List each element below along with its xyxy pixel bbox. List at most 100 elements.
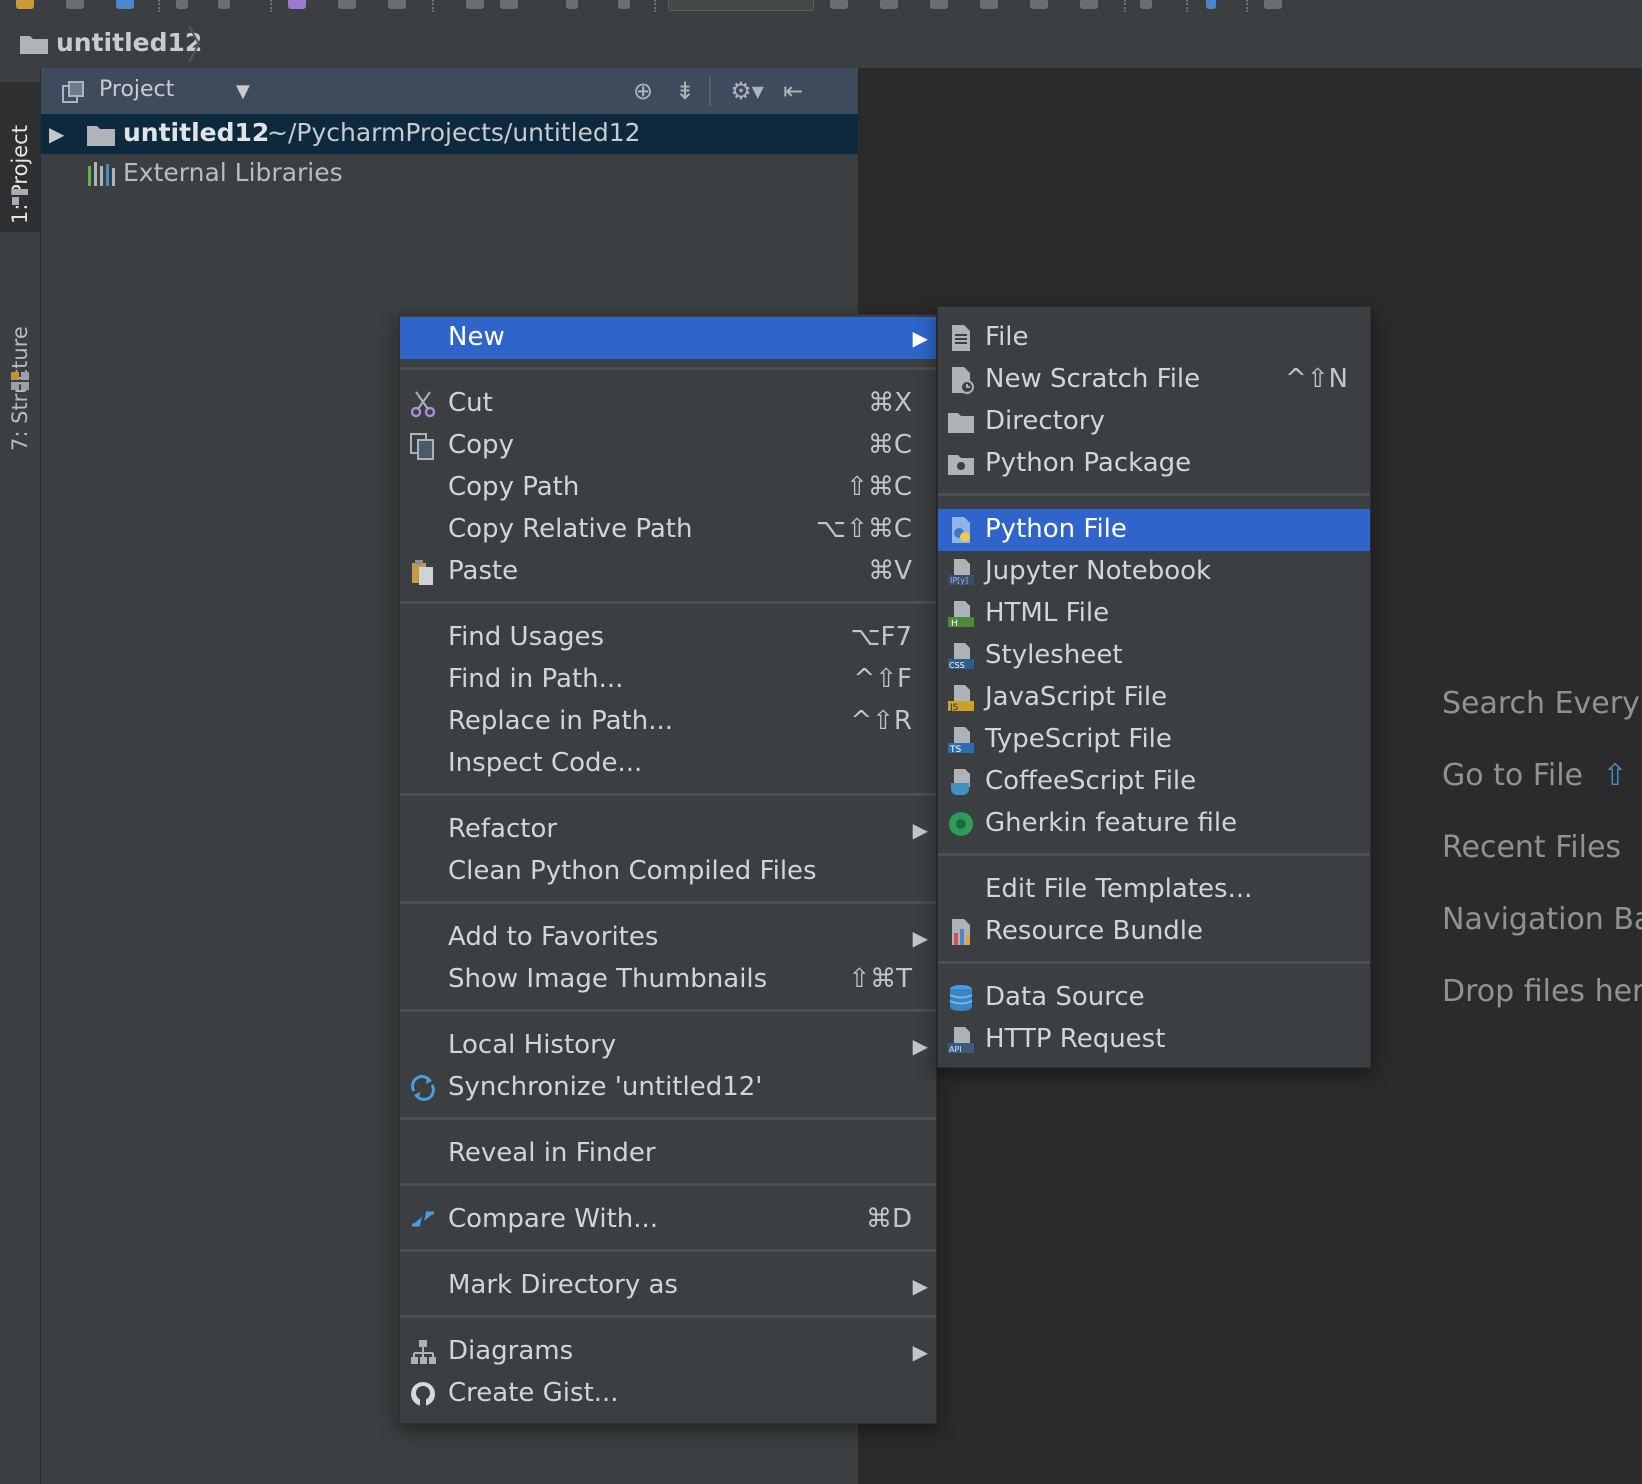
cut-icon[interactable] <box>288 0 306 9</box>
paste-icon[interactable] <box>388 0 406 9</box>
menu-item-copy-relative-path[interactable]: Copy Relative Path ⌥⇧⌘C <box>400 509 936 551</box>
find-icon[interactable] <box>466 0 484 9</box>
tree-row[interactable]: ▶ untitled12 ~/PycharmProjects/untitled1… <box>41 114 858 154</box>
submenu-item-new-scratch-file[interactable]: New Scratch File ^⇧N <box>938 359 1370 401</box>
folder-icon <box>948 413 974 433</box>
sync-icon[interactable] <box>116 0 134 9</box>
menu-item-replace-in-path[interactable]: Replace in Path... ^⇧R <box>400 701 936 743</box>
menu-item-diagrams[interactable]: Diagrams ▶ <box>400 1331 936 1373</box>
submenu-item-coffeescript-file[interactable]: CoffeeScript File <box>938 761 1370 803</box>
folder-icon <box>20 36 48 54</box>
menu-item-clean-compiled[interactable]: Clean Python Compiled Files <box>400 851 936 893</box>
hide-panel-icon[interactable]: ⇤ <box>777 76 809 106</box>
run-config-selector[interactable] <box>668 0 814 11</box>
menu-item-show-thumbnails[interactable]: Show Image Thumbnails ⇧⌘T <box>400 959 936 1001</box>
right-icon[interactable] <box>618 0 630 9</box>
new-submenu: File New Scratch File ^⇧N Directory Pyth… <box>937 306 1371 1068</box>
debug-icon[interactable] <box>880 0 898 9</box>
project-view-selector[interactable]: Project <box>99 77 174 102</box>
toolbar-separator <box>1186 0 1190 12</box>
menu-item-new[interactable]: New ▶ <box>400 317 936 359</box>
toolbar-separator <box>654 0 658 12</box>
toolbar-separator <box>158 0 162 12</box>
toolbar-separator <box>270 0 274 12</box>
settings-icon[interactable] <box>1206 0 1216 9</box>
tree-row[interactable]: External Libraries <box>41 154 858 194</box>
breadcrumb-project[interactable]: untitled12 <box>56 28 202 57</box>
toolbar-separator <box>432 0 436 12</box>
jupyter-badge: IP[y] <box>950 576 968 585</box>
submenu-item-python-file[interactable]: Python File <box>938 509 1370 551</box>
project-icon <box>12 189 28 205</box>
submenu-item-typescript-file[interactable]: TS TypeScript File <box>938 719 1370 761</box>
html-badge: H <box>951 619 958 629</box>
save-icon[interactable] <box>66 0 84 9</box>
vcs-icon[interactable] <box>1140 0 1152 9</box>
tree-external-libraries: External Libraries <box>123 158 343 187</box>
menu-item-cut[interactable]: Cut ⌘X <box>400 383 936 425</box>
submenu-item-javascript-file[interactable]: JS JavaScript File <box>938 677 1370 719</box>
left-icon[interactable] <box>566 0 578 9</box>
file-icon <box>952 325 970 351</box>
step-icon[interactable] <box>1030 0 1048 9</box>
structure-icon[interactable] <box>1264 0 1282 9</box>
menu-item-copy-path[interactable]: Copy Path ⇧⌘C <box>400 467 936 509</box>
menu-item-compare-with[interactable]: Compare With... ⌘D <box>400 1199 936 1241</box>
open-folder-icon[interactable] <box>16 0 34 9</box>
package-icon <box>948 455 974 475</box>
menu-separator <box>400 1249 936 1252</box>
copy-icon[interactable] <box>338 0 356 9</box>
menu-item-copy[interactable]: Copy ⌘C <box>400 425 936 467</box>
forward-icon[interactable] <box>218 0 230 9</box>
menu-item-reveal-in-finder[interactable]: Reveal in Finder <box>400 1133 936 1175</box>
stop-icon[interactable] <box>1080 0 1098 9</box>
submenu-item-jupyter-notebook[interactable]: IP[y] Jupyter Notebook <box>938 551 1370 593</box>
submenu-item-gherkin-feature-file[interactable]: Gherkin feature file <box>938 803 1370 845</box>
folder-icon <box>87 126 115 146</box>
back-icon[interactable] <box>176 0 188 9</box>
context-menu: New ▶ Cut ⌘X Copy ⌘C Copy Path ⇧⌘C Copy … <box>399 314 937 1424</box>
project-panel-header: Project ▼ ⊕ ⇟ ⚙▾ ⇤ <box>41 68 858 114</box>
menu-item-mark-directory-as[interactable]: Mark Directory as ▶ <box>400 1265 936 1307</box>
menu-item-find-usages[interactable]: Find Usages ⌥F7 <box>400 617 936 659</box>
submenu-item-edit-file-templates[interactable]: Edit File Templates... <box>938 869 1370 911</box>
sync-icon <box>411 1075 435 1101</box>
tab-structure[interactable]: 7: Structure <box>0 244 40 459</box>
menu-separator <box>400 901 936 904</box>
submenu-item-html-file[interactable]: H HTML File <box>938 593 1370 635</box>
menu-item-add-to-favorites[interactable]: Add to Favorites ▶ <box>400 917 936 959</box>
menu-separator <box>400 1315 936 1318</box>
scratch-file-icon <box>952 367 974 394</box>
menu-item-create-gist[interactable]: Create Gist... <box>400 1373 936 1415</box>
menu-item-local-history[interactable]: Local History ▶ <box>400 1025 936 1067</box>
submenu-item-resource-bundle[interactable]: Resource Bundle <box>938 911 1370 953</box>
menu-item-inspect-code[interactable]: Inspect Code... <box>400 743 936 785</box>
menu-item-synchronize[interactable]: Synchronize 'untitled12' <box>400 1067 936 1109</box>
menu-item-refactor[interactable]: Refactor ▶ <box>400 809 936 851</box>
tab-project[interactable]: 1: Project <box>0 82 40 232</box>
run-icon[interactable] <box>830 0 848 9</box>
expand-arrow-icon[interactable]: ▶ <box>49 122 64 146</box>
replace-icon[interactable] <box>500 0 518 9</box>
chevron-down-icon[interactable]: ▼ <box>236 81 250 102</box>
coverage-icon[interactable] <box>930 0 948 9</box>
menu-separator <box>400 1117 936 1120</box>
github-icon <box>411 1382 435 1406</box>
api-icon: API <box>948 1027 974 1054</box>
profile-icon[interactable] <box>980 0 998 9</box>
menu-separator <box>400 601 936 604</box>
locate-file-icon[interactable]: ⊕ <box>627 76 659 106</box>
submenu-item-python-package[interactable]: Python Package <box>938 443 1370 485</box>
css-badge: CSS <box>949 661 965 670</box>
submenu-item-data-source[interactable]: Data Source <box>938 977 1370 1019</box>
submenu-item-file[interactable]: File <box>938 317 1370 359</box>
collapse-all-icon[interactable]: ⇟ <box>669 76 701 106</box>
submenu-item-stylesheet[interactable]: CSS Stylesheet <box>938 635 1370 677</box>
toolbar-separator <box>1124 0 1128 12</box>
submenu-item-directory[interactable]: Directory <box>938 401 1370 443</box>
submenu-item-http-request[interactable]: API HTTP Request <box>938 1019 1370 1061</box>
menu-item-find-in-path[interactable]: Find in Path... ^⇧F <box>400 659 936 701</box>
gear-icon[interactable]: ⚙▾ <box>727 76 767 106</box>
hint-recent-files: Recent Files <box>1442 830 1622 865</box>
menu-item-paste[interactable]: Paste ⌘V <box>400 551 936 593</box>
